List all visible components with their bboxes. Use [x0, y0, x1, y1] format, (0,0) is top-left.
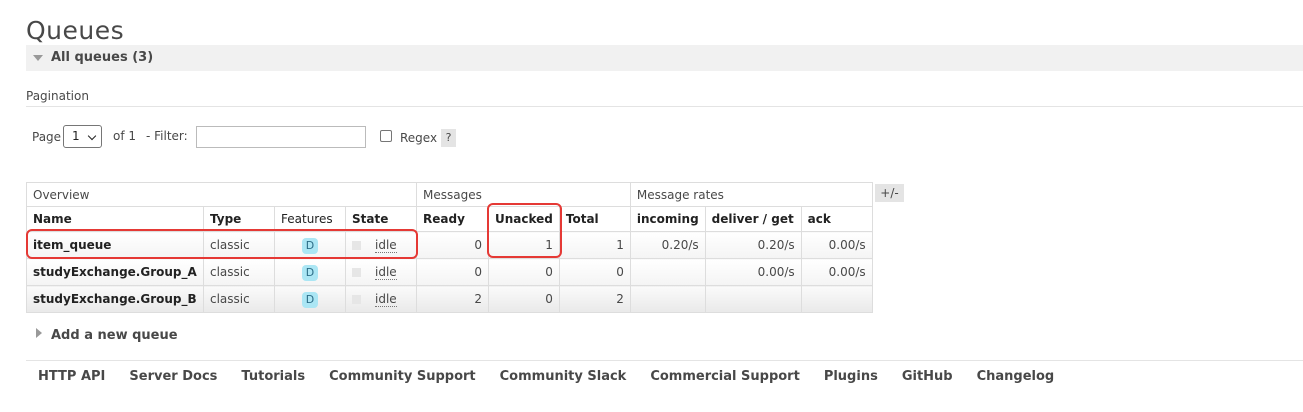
incoming-rate: 0.20/s — [629, 231, 706, 259]
incoming-rate — [629, 285, 706, 313]
queue-state: idle — [345, 258, 417, 286]
footer-link-plugins[interactable]: Plugins — [824, 369, 878, 384]
footer-link-http-api[interactable]: HTTP API — [38, 369, 105, 384]
queues-table: Overview Messages Message rates Name Typ… — [26, 182, 873, 313]
col-ready[interactable]: Ready — [416, 206, 489, 232]
filter-label: - Filter: — [146, 129, 188, 143]
state-indicator-icon — [352, 241, 361, 250]
incoming-rate — [629, 258, 706, 286]
ready-count: 0 — [416, 258, 489, 286]
durable-badge: D — [302, 238, 318, 254]
durable-badge: D — [302, 292, 318, 308]
all-queues-label: All queues (3) — [51, 50, 154, 65]
queue-features: D — [274, 285, 346, 313]
footer-link-community-support[interactable]: Community Support — [329, 369, 476, 384]
col-features: Features — [274, 206, 346, 232]
group-messages: Messages — [416, 182, 631, 207]
expand-triangle-icon — [36, 328, 42, 338]
ready-count: 2 — [416, 285, 489, 313]
state-indicator-icon — [352, 295, 361, 304]
queue-type: classic — [203, 258, 275, 286]
queue-type: classic — [203, 231, 275, 259]
regex-help-button[interactable]: ? — [441, 129, 456, 147]
ready-count: 0 — [416, 231, 489, 259]
col-type[interactable]: Type — [203, 206, 275, 232]
ack-rate: 0.00/s — [800, 231, 873, 259]
deliver-get-rate: 0.00/s — [704, 258, 802, 286]
regex-checkbox[interactable] — [380, 130, 392, 142]
ack-rate: 0.00/s — [800, 258, 873, 286]
table-row[interactable]: studyExchange.Group_B classic D idle 2 0… — [26, 285, 873, 313]
collapse-triangle-icon — [33, 55, 43, 61]
col-state[interactable]: State — [345, 206, 417, 232]
deliver-get-rate: 0.20/s — [704, 231, 802, 259]
divider — [26, 106, 1303, 107]
col-deliver-get[interactable]: deliver / get — [704, 206, 802, 232]
footer-link-commercial-support[interactable]: Commercial Support — [650, 369, 800, 384]
table-row[interactable]: studyExchange.Group_A classic D idle 0 0… — [26, 258, 873, 286]
col-total[interactable]: Total — [558, 206, 631, 232]
regex-label: Regex — [400, 131, 438, 145]
add-queue-toggle[interactable]: Add a new queue — [36, 328, 178, 343]
chevron-down-icon — [87, 131, 97, 141]
unacked-count: 0 — [488, 285, 560, 313]
columns-toggle-button[interactable]: +/- — [875, 184, 904, 202]
total-count: 2 — [558, 285, 631, 313]
total-count: 0 — [558, 258, 631, 286]
state-text: idle — [375, 238, 397, 253]
queue-state: idle — [345, 285, 417, 313]
col-incoming[interactable]: incoming — [629, 206, 706, 232]
state-indicator-icon — [352, 268, 361, 277]
state-text: idle — [375, 265, 397, 280]
group-overview: Overview — [26, 182, 417, 207]
queue-name-link[interactable]: studyExchange.Group_A — [26, 258, 204, 286]
total-count: 1 — [558, 231, 631, 259]
footer-link-github[interactable]: GitHub — [902, 369, 953, 384]
queue-state: idle — [345, 231, 417, 259]
queue-name-link[interactable]: item_queue — [26, 231, 204, 259]
table-row[interactable]: item_queue classic D idle 0 1 1 0.20/s 0… — [26, 231, 873, 259]
footer-link-changelog[interactable]: Changelog — [977, 369, 1055, 384]
queue-features: D — [274, 258, 346, 286]
page-label: Page — [32, 130, 62, 144]
page-title: Queues — [26, 16, 125, 45]
deliver-get-rate — [704, 285, 802, 313]
page-count-label: of 1 — [113, 129, 137, 143]
footer-link-server-docs[interactable]: Server Docs — [129, 369, 217, 384]
queue-features: D — [274, 231, 346, 259]
page-select-value: 1 — [72, 129, 80, 143]
page-select[interactable]: 1 — [63, 125, 102, 148]
group-message-rates: Message rates — [629, 182, 873, 207]
col-ack[interactable]: ack — [800, 206, 873, 232]
ack-rate — [800, 285, 873, 313]
footer-links: HTTP API Server Docs Tutorials Community… — [38, 369, 1054, 384]
all-queues-toggle[interactable]: All queues (3) — [26, 45, 1303, 71]
footer-link-community-slack[interactable]: Community Slack — [500, 369, 627, 384]
divider — [26, 360, 1303, 361]
unacked-count: 1 — [488, 231, 560, 259]
state-text: idle — [375, 292, 397, 307]
queue-name-link[interactable]: studyExchange.Group_B — [26, 285, 204, 313]
filter-input[interactable] — [196, 126, 366, 148]
footer-link-tutorials[interactable]: Tutorials — [241, 369, 305, 384]
col-unacked[interactable]: Unacked — [488, 206, 560, 232]
add-queue-label: Add a new queue — [51, 328, 178, 343]
col-name[interactable]: Name — [26, 206, 204, 232]
pagination-heading: Pagination — [26, 89, 89, 103]
durable-badge: D — [302, 265, 318, 281]
queue-type: classic — [203, 285, 275, 313]
unacked-count: 0 — [488, 258, 560, 286]
